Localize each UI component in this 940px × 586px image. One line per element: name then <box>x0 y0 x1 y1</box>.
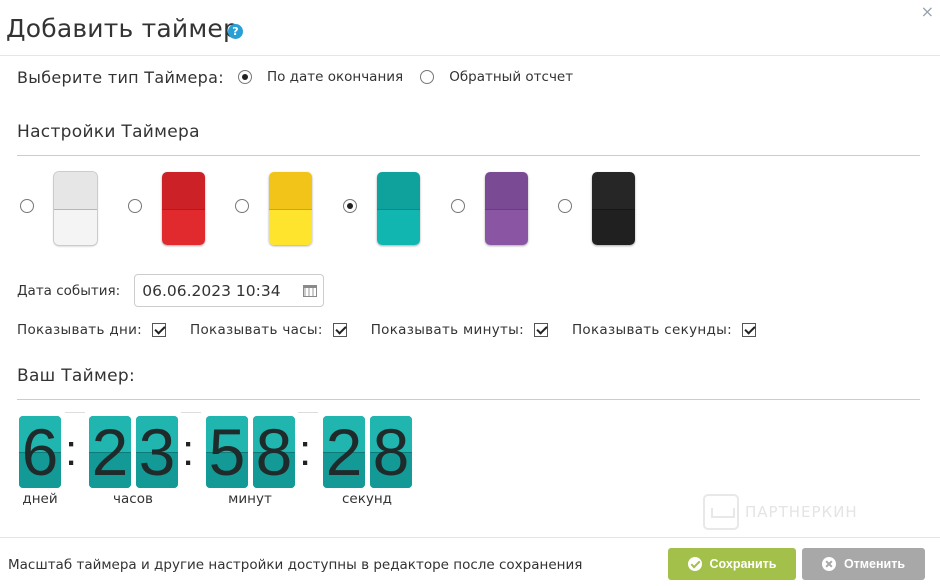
timer-digit-minutes-2: 8 <box>253 416 295 488</box>
cancel-circle-icon <box>821 557 836 571</box>
timer-separator: : <box>65 426 78 475</box>
timer-group-tick <box>181 412 201 413</box>
check-circle-icon <box>687 557 702 571</box>
settings-divider <box>17 155 920 156</box>
close-icon[interactable]: × <box>921 2 934 21</box>
radio-by-end-date[interactable] <box>237 70 252 84</box>
show-seconds-checkbox[interactable] <box>741 323 756 337</box>
theme-radio-yellow[interactable] <box>235 199 249 213</box>
watermark-logo-icon <box>703 494 739 530</box>
timer-digit-hours-2: 3 <box>136 416 178 488</box>
theme-swatch-red[interactable] <box>162 172 205 245</box>
theme-radio-teal[interactable] <box>343 199 357 213</box>
save-button[interactable]: Сохранить <box>668 548 796 580</box>
radio-countdown[interactable] <box>420 70 435 84</box>
timer-digit-days: 6 <box>19 416 61 488</box>
footer-note: Масштаб таймера и другие настройки досту… <box>8 557 583 573</box>
radio-by-end-date-label[interactable]: По дате окончания <box>267 69 403 85</box>
timer-group-tick <box>298 412 318 413</box>
watermark-text: ПАРТНЕРКИН <box>745 503 858 521</box>
unit-label-hours: часов <box>113 491 153 507</box>
theme-radio-black[interactable] <box>558 199 572 213</box>
theme-radio-white[interactable] <box>20 199 34 213</box>
theme-radio-red[interactable] <box>128 199 142 213</box>
unit-label-seconds: секунд <box>341 491 393 507</box>
theme-swatch-yellow[interactable] <box>269 172 312 245</box>
unit-label-minutes: минут <box>228 491 272 507</box>
watermark: ПАРТНЕРКИН <box>703 494 858 530</box>
show-days-checkbox[interactable] <box>152 323 166 337</box>
settings-heading: Настройки Таймера <box>17 122 200 142</box>
calendar-icon[interactable] <box>303 285 318 297</box>
show-seconds-label: Показывать секунды: <box>571 322 732 338</box>
dialog-title: Добавить таймер <box>6 14 240 43</box>
show-hours-checkbox[interactable] <box>332 323 347 337</box>
show-options-row: Показывать дни: Показывать часы: Показыв… <box>17 320 756 340</box>
color-theme-picker <box>20 172 660 246</box>
save-button-label[interactable]: Сохранить <box>710 557 777 571</box>
theme-swatch-white[interactable] <box>54 172 97 245</box>
theme-swatch-black[interactable] <box>592 172 635 245</box>
show-hours-label: Показывать часы: <box>190 322 323 338</box>
preview-divider <box>17 399 920 400</box>
event-date-value[interactable]: 06.06.2023 10:34 <box>142 282 280 300</box>
preview-heading: Ваш Таймер: <box>17 366 135 386</box>
show-minutes-label: Показывать минуты: <box>370 322 524 338</box>
cancel-button[interactable]: Отменить <box>802 548 925 580</box>
theme-radio-purple[interactable] <box>451 199 465 213</box>
timer-type-row: Выберите тип Таймера: По дате окончания … <box>17 65 573 89</box>
timer-group-tick <box>65 412 85 413</box>
event-date-label: Дата события: <box>17 282 121 299</box>
timer-separator: : <box>182 426 195 475</box>
help-icon[interactable]: ? <box>228 24 243 39</box>
timer-digit-seconds-1: 2 <box>323 416 365 488</box>
event-date-input[interactable]: 06.06.2023 10:34 <box>134 274 325 307</box>
cancel-button-label[interactable]: Отменить <box>844 557 905 571</box>
timer-separator: : <box>299 426 312 475</box>
radio-countdown-label[interactable]: Обратный отсчет <box>449 69 573 85</box>
footer-divider <box>0 537 940 538</box>
show-days-label: Показывать дни: <box>17 322 142 338</box>
show-minutes-checkbox[interactable] <box>533 323 548 337</box>
timer-digit-minutes-1: 5 <box>206 416 248 488</box>
unit-label-days: дней <box>22 491 58 507</box>
timer-type-label: Выберите тип Таймера: <box>17 67 224 87</box>
theme-swatch-teal[interactable] <box>377 172 420 245</box>
timer-digit-hours-1: 2 <box>89 416 131 488</box>
theme-swatch-purple[interactable] <box>485 172 528 245</box>
timer-digit-seconds-2: 8 <box>370 416 412 488</box>
event-date-row: Дата события: 06.06.2023 10:34 <box>17 274 325 307</box>
title-divider <box>0 55 940 56</box>
